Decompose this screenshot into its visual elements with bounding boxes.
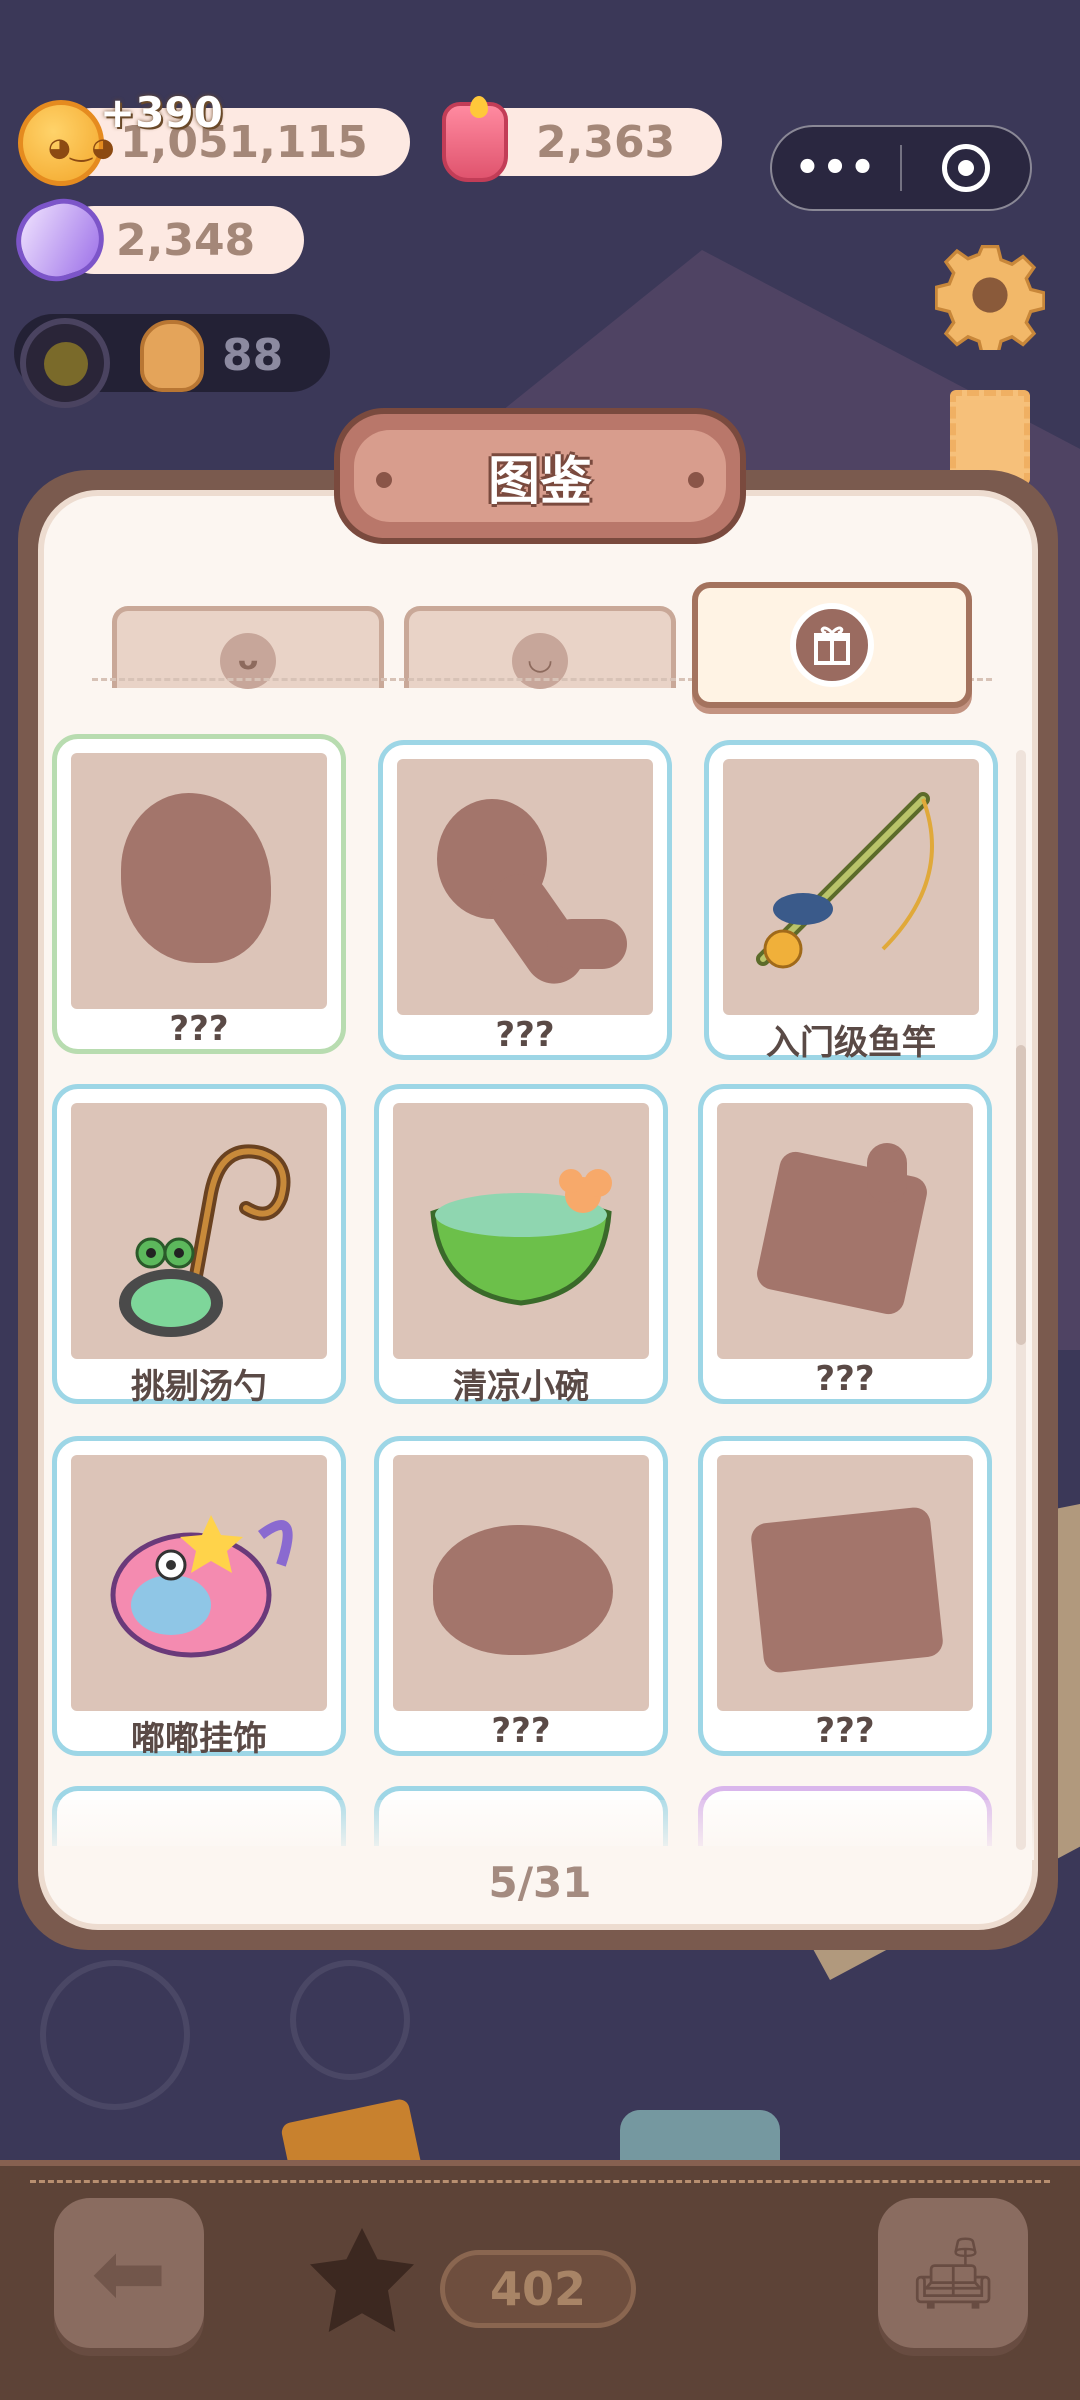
- collection-card[interactable]: 嘟嘟挂饰: [52, 1436, 346, 1759]
- crystal-value: 2,348: [116, 214, 256, 266]
- scrollbar-thumb[interactable]: [1016, 1045, 1026, 1345]
- target-icon: [941, 144, 990, 192]
- close-miniprogram-button[interactable]: [902, 144, 1030, 192]
- sun-icon: [44, 342, 88, 386]
- item-name: 嘟嘟挂饰: [131, 1719, 267, 1759]
- collection-card[interactable]: ???: [52, 734, 346, 1054]
- gift-icon: [790, 603, 874, 687]
- frog-ladle-image: [71, 1103, 327, 1359]
- arrow-left-icon: ⬅: [91, 2220, 167, 2326]
- fishing-rod-image: [723, 759, 979, 1015]
- bottom-bar-stitching: [30, 2180, 1050, 2184]
- cookie-coin-icon: ◕‿◕: [18, 100, 114, 186]
- collection-card[interactable]: ???: [374, 1436, 668, 1756]
- coin-gain-text: +390: [100, 88, 223, 137]
- title-plate: 图鉴: [334, 408, 746, 544]
- miniprogram-capsule: •••: [770, 125, 1032, 211]
- collection-card[interactable]: ???: [698, 1084, 992, 1404]
- item-name: ???: [169, 1009, 229, 1049]
- candle-value: 2,363: [536, 116, 676, 168]
- item-silhouette: [393, 1455, 649, 1711]
- sofa-icon: 🛋: [908, 2231, 998, 2314]
- item-silhouette: [397, 759, 653, 1015]
- level-value: 88: [222, 330, 284, 381]
- item-name: ???: [495, 1015, 555, 1055]
- item-name: ???: [491, 1711, 551, 1751]
- background-decoration: [40, 1960, 190, 2110]
- candle-flame-icon: [470, 96, 488, 118]
- tab-items[interactable]: [692, 582, 972, 708]
- back-button[interactable]: ⬅: [54, 2198, 204, 2348]
- tab-gingerbread[interactable]: ᴗ: [112, 606, 384, 689]
- collection-counter: 5/31: [488, 1858, 592, 1907]
- gingerbread-icon: [140, 320, 204, 392]
- collection-card[interactable]: 挑剔汤勺: [52, 1084, 346, 1407]
- collection-card[interactable]: 入门级鱼竿: [704, 740, 998, 1063]
- sofa-button[interactable]: 🛋: [878, 2198, 1028, 2348]
- item-name: 清凉小碗: [453, 1367, 589, 1407]
- list-fade: [44, 1800, 1034, 1860]
- item-silhouette: [71, 753, 327, 1009]
- bottom-counter: 402: [440, 2250, 636, 2328]
- background-decoration: [290, 1960, 410, 2080]
- more-menu-button[interactable]: •••: [772, 145, 900, 191]
- item-silhouette: [717, 1455, 973, 1711]
- item-name: 挑剔汤勺: [131, 1367, 267, 1407]
- panel-title: 图鉴: [487, 451, 592, 512]
- collection-card[interactable]: ???: [698, 1436, 992, 1756]
- fish-charm-image: [71, 1455, 327, 1711]
- crystal-candy-icon: [5, 188, 115, 292]
- settings-gear-icon[interactable]: [935, 240, 1045, 350]
- green-bowl-image: [393, 1103, 649, 1359]
- item-name: 入门级鱼竿: [766, 1023, 936, 1063]
- collection-card[interactable]: ???: [378, 740, 672, 1060]
- tab-chef[interactable]: ◡: [404, 606, 676, 689]
- item-name: ???: [815, 1711, 875, 1751]
- collection-card[interactable]: 清凉小碗: [374, 1084, 668, 1407]
- item-silhouette: [717, 1103, 973, 1359]
- item-name: ???: [815, 1359, 875, 1399]
